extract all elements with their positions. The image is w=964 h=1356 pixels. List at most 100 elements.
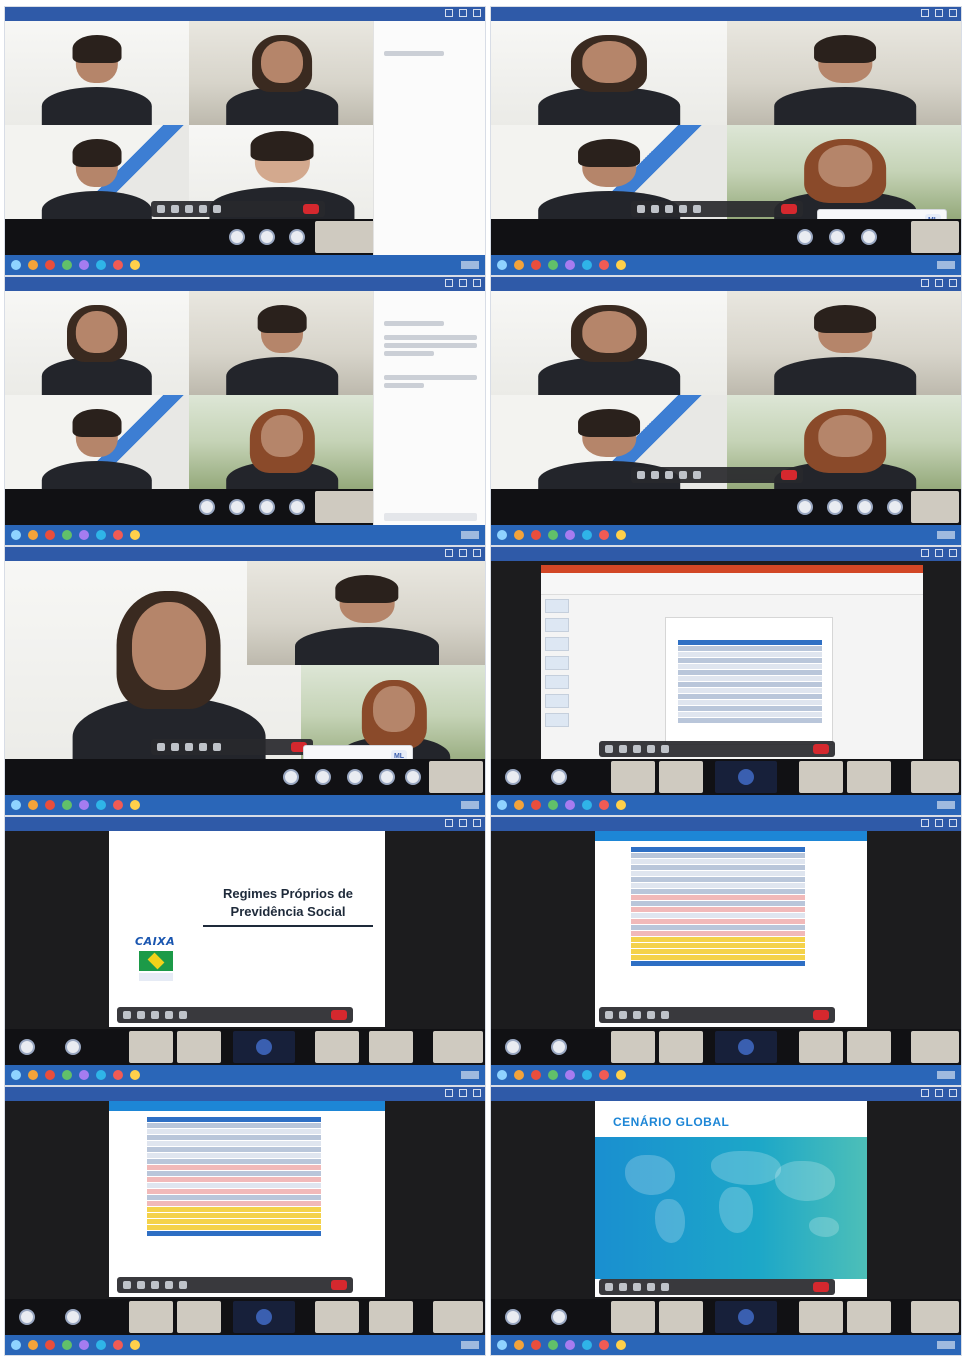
circle-button[interactable]	[551, 769, 567, 785]
participant-thumbnail[interactable]	[799, 1301, 843, 1333]
video-tile[interactable]	[727, 395, 961, 499]
circle-button[interactable]	[551, 1309, 567, 1325]
shared-table-slide[interactable]	[109, 1101, 385, 1297]
participant-thumbnail[interactable]	[847, 1031, 891, 1063]
video-tile[interactable]	[491, 21, 727, 125]
hang-up-button[interactable]	[813, 1010, 829, 1020]
taskbar-app-icon[interactable]	[79, 260, 89, 270]
participant-thumbnail[interactable]	[369, 1031, 413, 1063]
shared-powerpoint-window[interactable]	[541, 565, 923, 765]
close-icon[interactable]	[473, 279, 481, 287]
taskbar-app-icon[interactable]	[45, 530, 55, 540]
circle-button[interactable]	[347, 769, 363, 785]
self-view-thumbnail[interactable]	[911, 761, 959, 793]
participant-thumbnail[interactable]	[315, 1301, 359, 1333]
taskbar-app-icon[interactable]	[548, 1070, 558, 1080]
self-view-thumbnail[interactable]	[911, 221, 959, 253]
close-icon[interactable]	[949, 9, 957, 17]
video-tile[interactable]	[491, 395, 727, 499]
hang-up-button[interactable]	[331, 1280, 347, 1290]
taskbar-app-icon[interactable]	[599, 800, 609, 810]
microphone-icon[interactable]	[171, 743, 179, 751]
self-view-thumbnail[interactable]	[433, 1031, 483, 1063]
more-options-icon[interactable]	[693, 471, 701, 479]
circle-button[interactable]	[19, 1039, 35, 1055]
more-options-icon[interactable]	[693, 205, 701, 213]
chat-icon[interactable]	[199, 205, 207, 213]
video-tile[interactable]	[189, 291, 375, 395]
camera-icon[interactable]	[605, 745, 613, 753]
share-screen-icon[interactable]	[151, 1281, 159, 1289]
maximize-icon[interactable]	[935, 1089, 943, 1097]
taskbar-app-icon[interactable]	[45, 260, 55, 270]
taskbar-app-icon[interactable]	[565, 1340, 575, 1350]
taskbar-app-icon[interactable]	[28, 800, 38, 810]
microphone-icon[interactable]	[137, 1011, 145, 1019]
close-icon[interactable]	[949, 1089, 957, 1097]
more-options-icon[interactable]	[661, 1011, 669, 1019]
circle-button[interactable]	[551, 1039, 567, 1055]
shared-table-slide[interactable]	[595, 831, 867, 1027]
microphone-icon[interactable]	[171, 205, 179, 213]
taskbar-app-icon[interactable]	[130, 260, 140, 270]
participant-avatar-thumbnail[interactable]	[233, 1301, 295, 1333]
taskbar-app-icon[interactable]	[28, 1070, 38, 1080]
taskbar-app-icon[interactable]	[113, 530, 123, 540]
circle-button[interactable]	[405, 769, 421, 785]
participant-thumbnail[interactable]	[177, 1301, 221, 1333]
taskbar-app-icon[interactable]	[565, 530, 575, 540]
circle-button[interactable]	[65, 1039, 81, 1055]
taskbar-app-icon[interactable]	[130, 530, 140, 540]
share-screen-icon[interactable]	[185, 743, 193, 751]
taskbar-app-icon[interactable]	[113, 800, 123, 810]
participant-avatar-thumbnail[interactable]	[715, 761, 777, 793]
taskbar-app-icon[interactable]	[616, 260, 626, 270]
video-tile[interactable]	[189, 21, 375, 125]
maximize-icon[interactable]	[935, 549, 943, 557]
taskbar-app-icon[interactable]	[548, 800, 558, 810]
close-icon[interactable]	[473, 819, 481, 827]
taskbar-app-icon[interactable]	[565, 1070, 575, 1080]
taskbar-app-icon[interactable]	[599, 530, 609, 540]
more-options-icon[interactable]	[213, 205, 221, 213]
circle-button[interactable]	[827, 499, 843, 515]
start-icon[interactable]	[497, 800, 507, 810]
slide-thumbnail[interactable]	[545, 637, 569, 651]
maximize-icon[interactable]	[459, 819, 467, 827]
hang-up-button[interactable]	[781, 470, 797, 480]
share-screen-icon[interactable]	[665, 471, 673, 479]
minimize-icon[interactable]	[445, 549, 453, 557]
participant-thumbnail[interactable]	[799, 1031, 843, 1063]
maximize-icon[interactable]	[459, 279, 467, 287]
circle-button[interactable]	[857, 499, 873, 515]
slide-thumbnail[interactable]	[545, 599, 569, 613]
taskbar-app-icon[interactable]	[96, 260, 106, 270]
taskbar-app-icon[interactable]	[548, 1340, 558, 1350]
camera-icon[interactable]	[637, 471, 645, 479]
taskbar-app-icon[interactable]	[79, 1340, 89, 1350]
maximize-icon[interactable]	[935, 279, 943, 287]
video-tile[interactable]	[247, 561, 485, 665]
microphone-icon[interactable]	[619, 1283, 627, 1291]
hang-up-button[interactable]	[813, 1282, 829, 1292]
participant-thumbnail[interactable]	[611, 761, 655, 793]
close-icon[interactable]	[473, 1089, 481, 1097]
more-options-icon[interactable]	[179, 1011, 187, 1019]
taskbar-app-icon[interactable]	[531, 260, 541, 270]
more-options-icon[interactable]	[213, 743, 221, 751]
start-icon[interactable]	[497, 260, 507, 270]
microphone-icon[interactable]	[619, 1011, 627, 1019]
close-icon[interactable]	[473, 9, 481, 17]
circle-button[interactable]	[315, 769, 331, 785]
circle-button[interactable]	[65, 1309, 81, 1325]
circle-button[interactable]	[259, 229, 275, 245]
taskbar-app-icon[interactable]	[28, 260, 38, 270]
slide-canvas[interactable]	[665, 617, 833, 745]
camera-icon[interactable]	[605, 1011, 613, 1019]
close-icon[interactable]	[473, 549, 481, 557]
close-icon[interactable]	[949, 819, 957, 827]
taskbar-app-icon[interactable]	[113, 260, 123, 270]
taskbar-app-icon[interactable]	[96, 1340, 106, 1350]
maximize-icon[interactable]	[459, 9, 467, 17]
hang-up-button[interactable]	[781, 204, 797, 214]
